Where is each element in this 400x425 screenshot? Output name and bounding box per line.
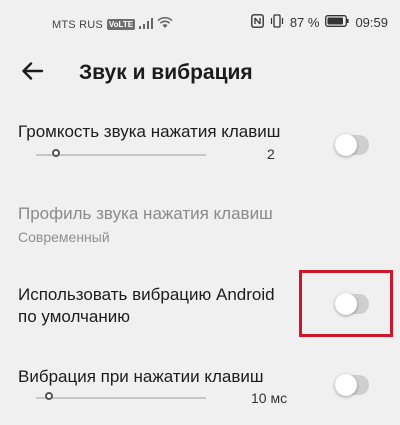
status-bar: MTS RUS VoLTE 87 % 09:59: [0, 0, 400, 44]
page-title: Звук и вибрация: [79, 61, 253, 84]
keypress-vibration-toggle[interactable]: [335, 374, 369, 396]
use-android-vibration-title-line2: по умолчанию: [18, 307, 130, 326]
status-bar-left: MTS RUS VoLTE: [52, 16, 173, 32]
toggle-knob: [335, 134, 357, 156]
setting-keypress-sound-profile: Профиль звука нажатия клавиш Современный: [0, 195, 400, 255]
signal-icon: [139, 17, 154, 32]
carrier-label: MTS RUS: [52, 18, 103, 31]
keypress-vibration-title: Вибрация при нажатии клавиш: [18, 367, 264, 386]
use-android-vibration-title-line1: Использовать вибрацию Android: [18, 285, 275, 304]
keypress-volume-slider-thumb[interactable]: [52, 149, 60, 157]
toolbar: Звук и вибрация: [0, 44, 400, 102]
vibrate-icon: [270, 14, 284, 31]
volte-badge: VoLTE: [106, 19, 136, 30]
keypress-vibration-value: 10 мс: [251, 390, 288, 406]
keypress-volume-title: Громкость звука нажатия клавиш: [18, 122, 281, 141]
keypress-volume-value: 2: [267, 146, 275, 162]
keypress-vibration-slider-thumb[interactable]: [45, 392, 53, 400]
keypress-sound-profile-subtitle: Современный: [18, 229, 110, 245]
battery-percent: 87 %: [289, 15, 320, 30]
status-bar-right: 87 % 09:59: [250, 14, 388, 31]
keypress-volume-slider-track[interactable]: [36, 154, 206, 156]
clock: 09:59: [355, 15, 388, 30]
arrow-back-icon: [22, 61, 44, 85]
setting-keypress-volume[interactable]: Громкость звука нажатия клавиш 2: [0, 110, 400, 172]
toggle-knob: [335, 374, 357, 396]
wifi-icon: [157, 16, 173, 32]
highlight-box: [299, 270, 393, 337]
battery-icon: [325, 15, 350, 30]
setting-keypress-vibration[interactable]: Вибрация при нажатии клавиш 10 мс: [0, 357, 400, 425]
keypress-volume-toggle[interactable]: [335, 134, 369, 156]
back-button[interactable]: [16, 56, 50, 90]
keypress-sound-profile-title: Профиль звука нажатия клавиш: [18, 204, 273, 223]
keypress-vibration-slider-track[interactable]: [36, 397, 206, 399]
nfc-icon: [250, 14, 264, 31]
